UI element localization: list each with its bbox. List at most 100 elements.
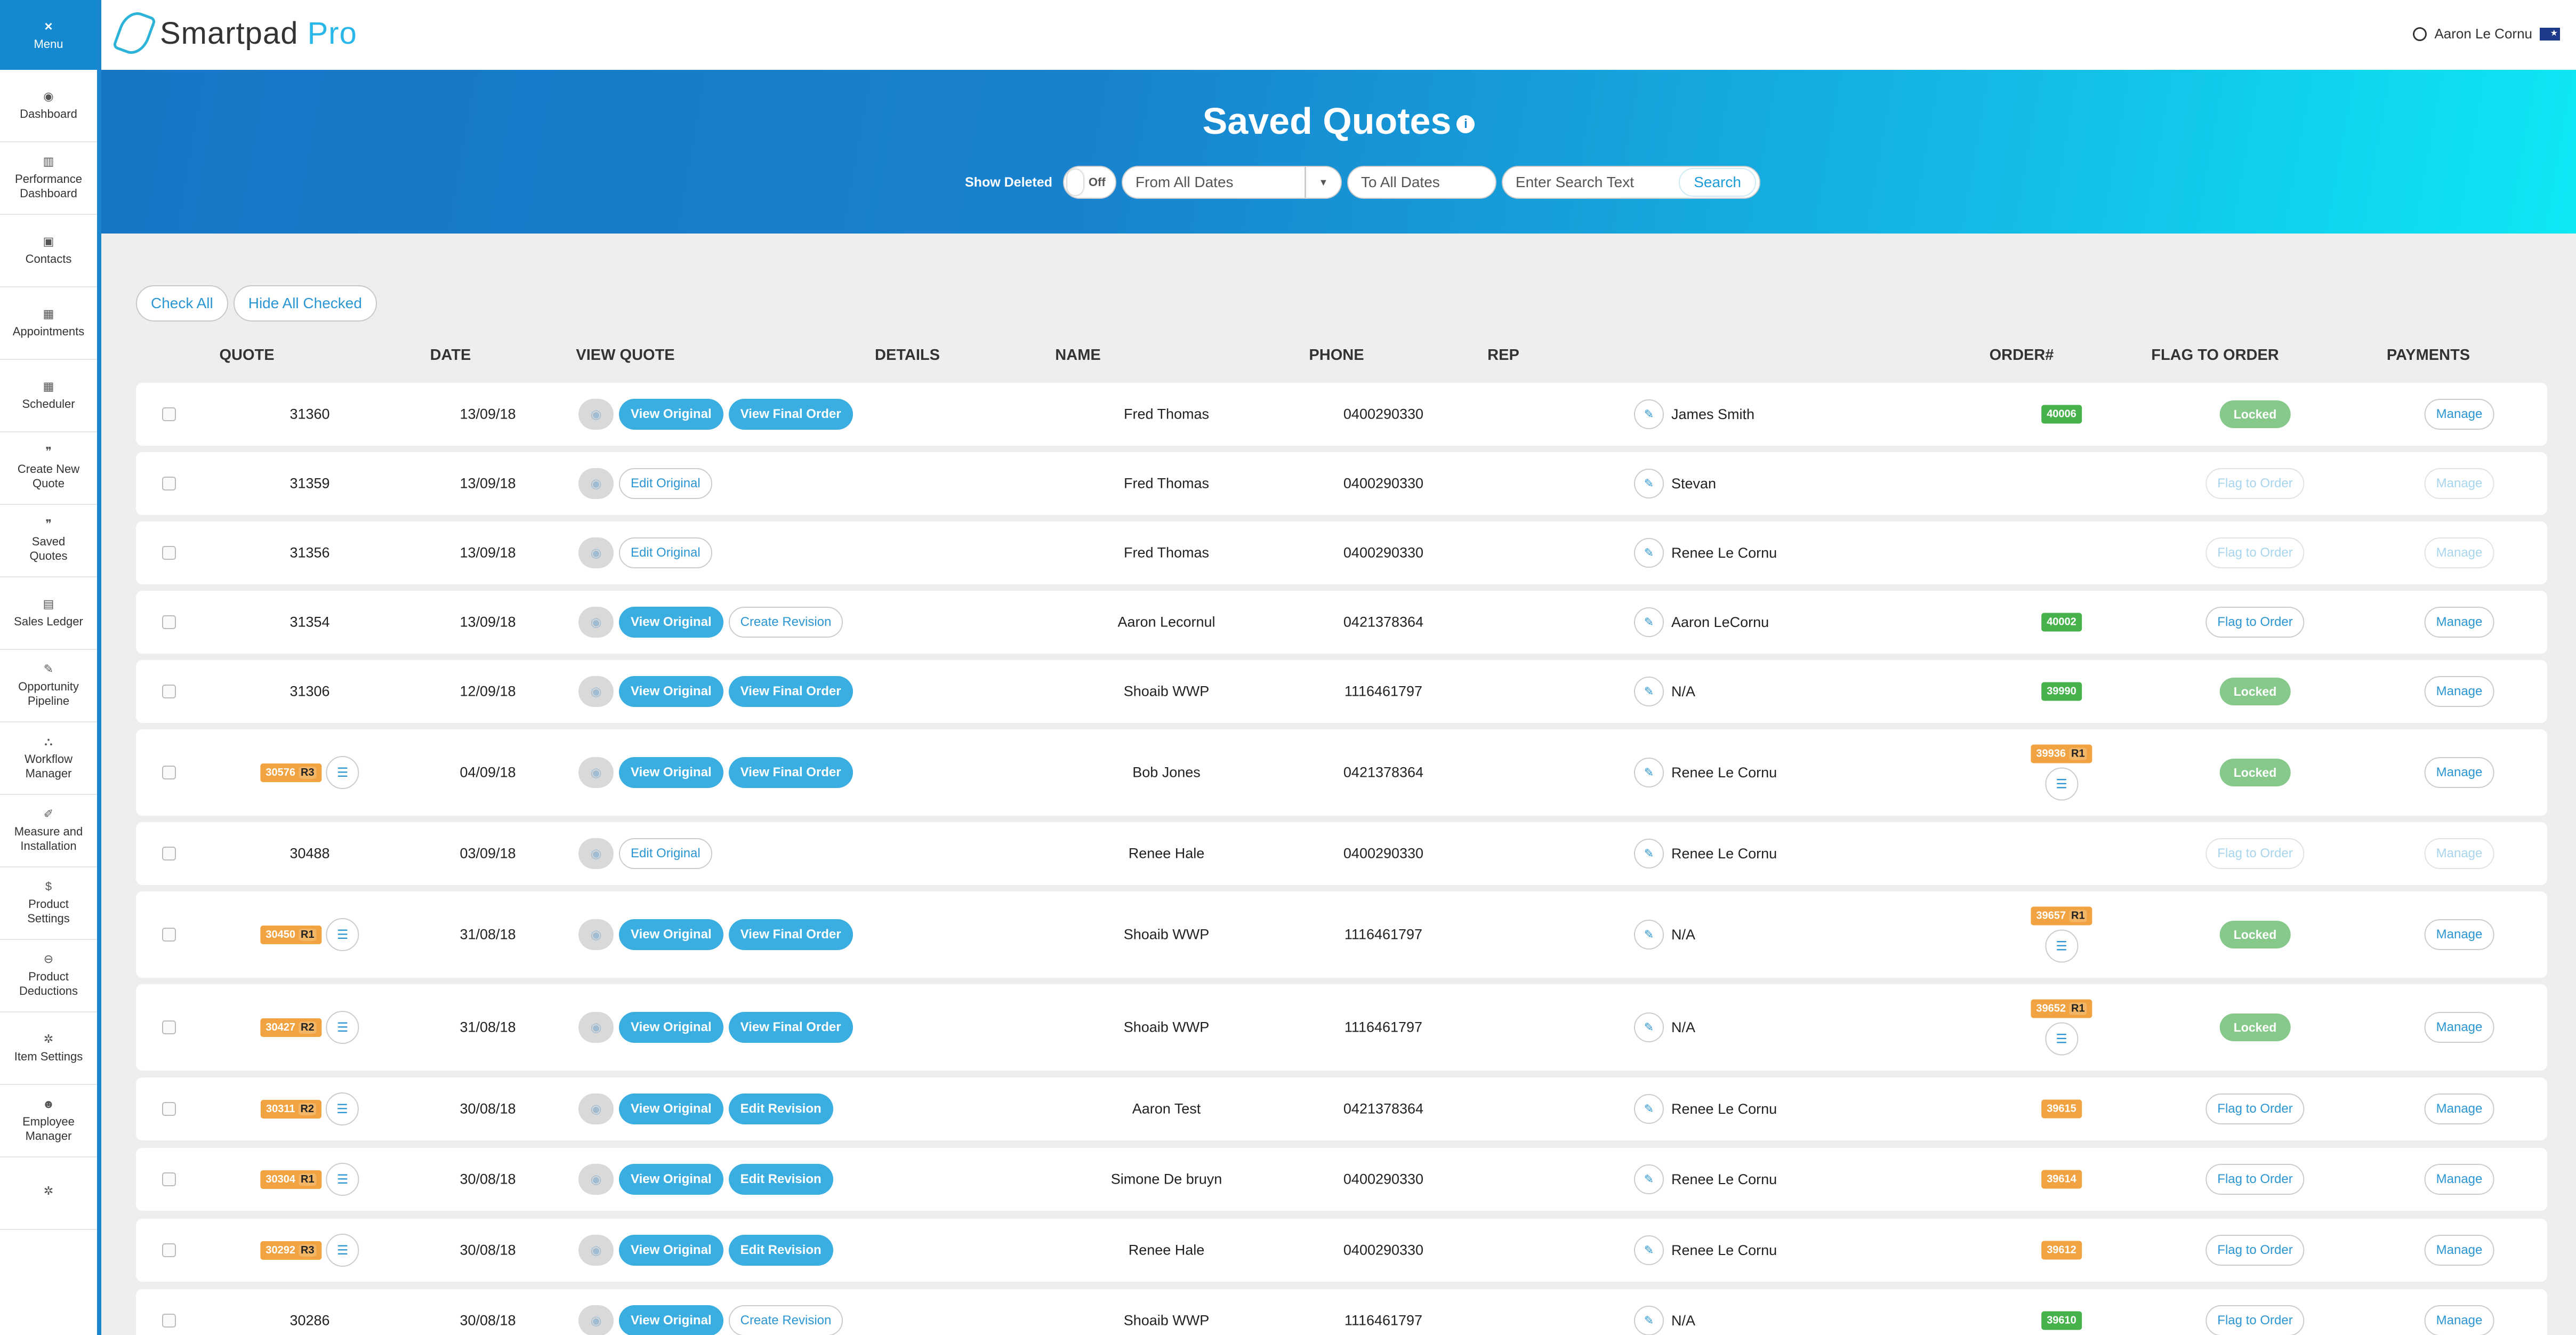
column-header-phone[interactable]: PHONE [1309,347,1364,364]
view-original-button[interactable]: View Original [619,399,723,430]
row-checkbox[interactable] [162,477,176,490]
sidebar-item[interactable]: ◉ Dashboard [0,70,97,142]
edit-original-button[interactable]: Edit Original [619,838,712,869]
from-date-select[interactable]: From All Dates [1121,166,1306,199]
row-checkbox[interactable] [162,615,176,629]
manage-payments-button[interactable]: Manage [2424,1305,2494,1335]
preview-eye-icon[interactable]: ◉ [578,1164,614,1195]
edit-rep-icon[interactable]: ✎ [1634,1235,1664,1265]
search-input[interactable]: Enter Search Text Search [1501,166,1760,199]
order-number-badge[interactable]: 39990 [2041,682,2082,701]
preview-eye-icon[interactable]: ◉ [578,1012,614,1043]
edit-rep-icon[interactable]: ✎ [1634,839,1664,868]
preview-eye-icon[interactable]: ◉ [578,468,614,499]
logo[interactable]: Smartpad Pro [112,7,357,59]
row-checkbox[interactable] [162,1172,176,1186]
sidebar-item[interactable]: ✐ Measure and Installation [0,795,97,867]
view-original-button[interactable]: View Original [619,1093,723,1124]
row-checkbox[interactable] [162,847,176,860]
list-icon[interactable]: ☰ [326,1234,359,1267]
sidebar-item[interactable]: ✎ Opportunity Pipeline [0,650,97,722]
edit-rep-icon[interactable]: ✎ [1634,399,1664,429]
list-icon[interactable]: ☰ [326,1011,359,1044]
manage-payments-button[interactable]: Manage [2424,1093,2494,1124]
flag-to-order-button[interactable]: Flag to Order [2205,1305,2305,1335]
flag-to-order-button[interactable]: Flag to Order [2205,607,2305,638]
edit-rep-icon[interactable]: ✎ [1634,538,1664,568]
list-icon[interactable]: ☰ [326,918,359,951]
flag-to-order-button[interactable]: Flag to Order [2205,838,2305,869]
sidebar-item[interactable]: $ Product Settings [0,867,97,940]
manage-payments-button[interactable]: Manage [2424,607,2494,638]
manage-payments-button[interactable]: Manage [2424,1164,2494,1195]
view-original-button[interactable]: View Original [619,607,723,638]
list-icon[interactable]: ☰ [326,756,359,789]
view-original-button[interactable]: View Original [619,757,723,788]
order-number-badge[interactable]: 39936 R1 [2031,744,2092,763]
row-checkbox[interactable] [162,546,176,560]
manage-payments-button[interactable]: Manage [2424,919,2494,950]
order-number-badge[interactable]: 39614 [2041,1170,2082,1189]
view-final-order-button[interactable]: View Final Order [728,919,853,950]
quote-number-badge[interactable]: 30576 R3 [260,763,322,782]
edit-rep-icon[interactable]: ✎ [1634,677,1664,706]
sidebar-item[interactable]: ⛬ Workflow Manager [0,722,97,795]
list-icon[interactable]: ☰ [326,1163,359,1196]
row-checkbox[interactable] [162,766,176,779]
order-number-badge[interactable]: 39610 [2041,1311,2082,1330]
flag-to-order-button[interactable]: Flag to Order [2205,1164,2305,1195]
view-original-button[interactable]: View Original [619,1164,723,1195]
manage-payments-button[interactable]: Manage [2424,468,2494,499]
edit-rep-icon[interactable]: ✎ [1634,758,1664,787]
preview-eye-icon[interactable]: ◉ [578,399,614,430]
preview-eye-icon[interactable]: ◉ [578,607,614,638]
edit-revision-button[interactable]: Edit Revision [728,1235,833,1266]
view-final-order-button[interactable]: View Final Order [728,757,853,788]
hide-all-checked-button[interactable]: Hide All Checked [233,285,377,321]
create-revision-button[interactable]: Create Revision [728,1305,843,1335]
view-final-order-button[interactable]: View Final Order [728,399,853,430]
sidebar-item[interactable]: ▦ Scheduler [0,360,97,432]
edit-original-button[interactable]: Edit Original [619,537,712,568]
row-checkbox[interactable] [162,1102,176,1116]
flag-to-order-button[interactable]: Flag to Order [2205,468,2305,499]
chevron-down-icon[interactable]: ▼ [1305,166,1342,199]
preview-eye-icon[interactable]: ◉ [578,1093,614,1124]
user-menu[interactable]: Aaron Le Cornu [2413,26,2560,42]
sidebar-item[interactable]: ✲ Item Settings [0,1012,97,1085]
order-number-badge[interactable]: 39612 [2041,1241,2082,1260]
preview-eye-icon[interactable]: ◉ [578,1305,614,1335]
quote-number[interactable]: 31306 [289,683,329,700]
column-header-rep[interactable]: REP [1487,347,1519,364]
sidebar-item[interactable]: ⊖ Product Deductions [0,940,97,1012]
list-icon[interactable]: ☰ [2044,767,2078,801]
row-checkbox[interactable] [162,407,176,421]
flag-to-order-button[interactable]: Flag to Order [2205,1093,2305,1124]
search-button[interactable]: Search [1679,168,1756,197]
info-icon[interactable]: i [1456,115,1475,133]
row-checkbox[interactable] [162,928,176,942]
preview-eye-icon[interactable]: ◉ [578,838,614,869]
row-checkbox[interactable] [162,1243,176,1257]
manage-payments-button[interactable]: Manage [2424,537,2494,568]
order-number-badge[interactable]: 39615 [2041,1099,2082,1119]
check-all-button[interactable]: Check All [136,285,228,321]
quote-number-badge[interactable]: 30427 R2 [260,1018,322,1037]
menu-button[interactable]: × Menu [0,0,97,70]
sidebar-item[interactable]: ▥ Performance Dashboard [0,142,97,215]
quote-number[interactable]: 30286 [289,1313,329,1329]
manage-payments-button[interactable]: Manage [2424,757,2494,788]
order-number-badge[interactable]: 40002 [2041,613,2082,632]
sidebar-item[interactable]: ✲ [0,1157,97,1230]
edit-rep-icon[interactable]: ✎ [1634,1164,1664,1194]
create-revision-button[interactable]: Create Revision [728,607,843,638]
order-number-badge[interactable]: 39652 R1 [2031,999,2092,1018]
quote-number[interactable]: 31354 [289,614,329,631]
manage-payments-button[interactable]: Manage [2424,838,2494,869]
quote-number[interactable]: 31356 [289,545,329,561]
list-icon[interactable]: ☰ [2044,1022,2078,1056]
column-header-order[interactable]: ORDER# [1990,347,2054,364]
quote-number-badge[interactable]: 30292 R3 [260,1241,322,1260]
preview-eye-icon[interactable]: ◉ [578,676,614,707]
view-final-order-button[interactable]: View Final Order [728,1012,853,1043]
